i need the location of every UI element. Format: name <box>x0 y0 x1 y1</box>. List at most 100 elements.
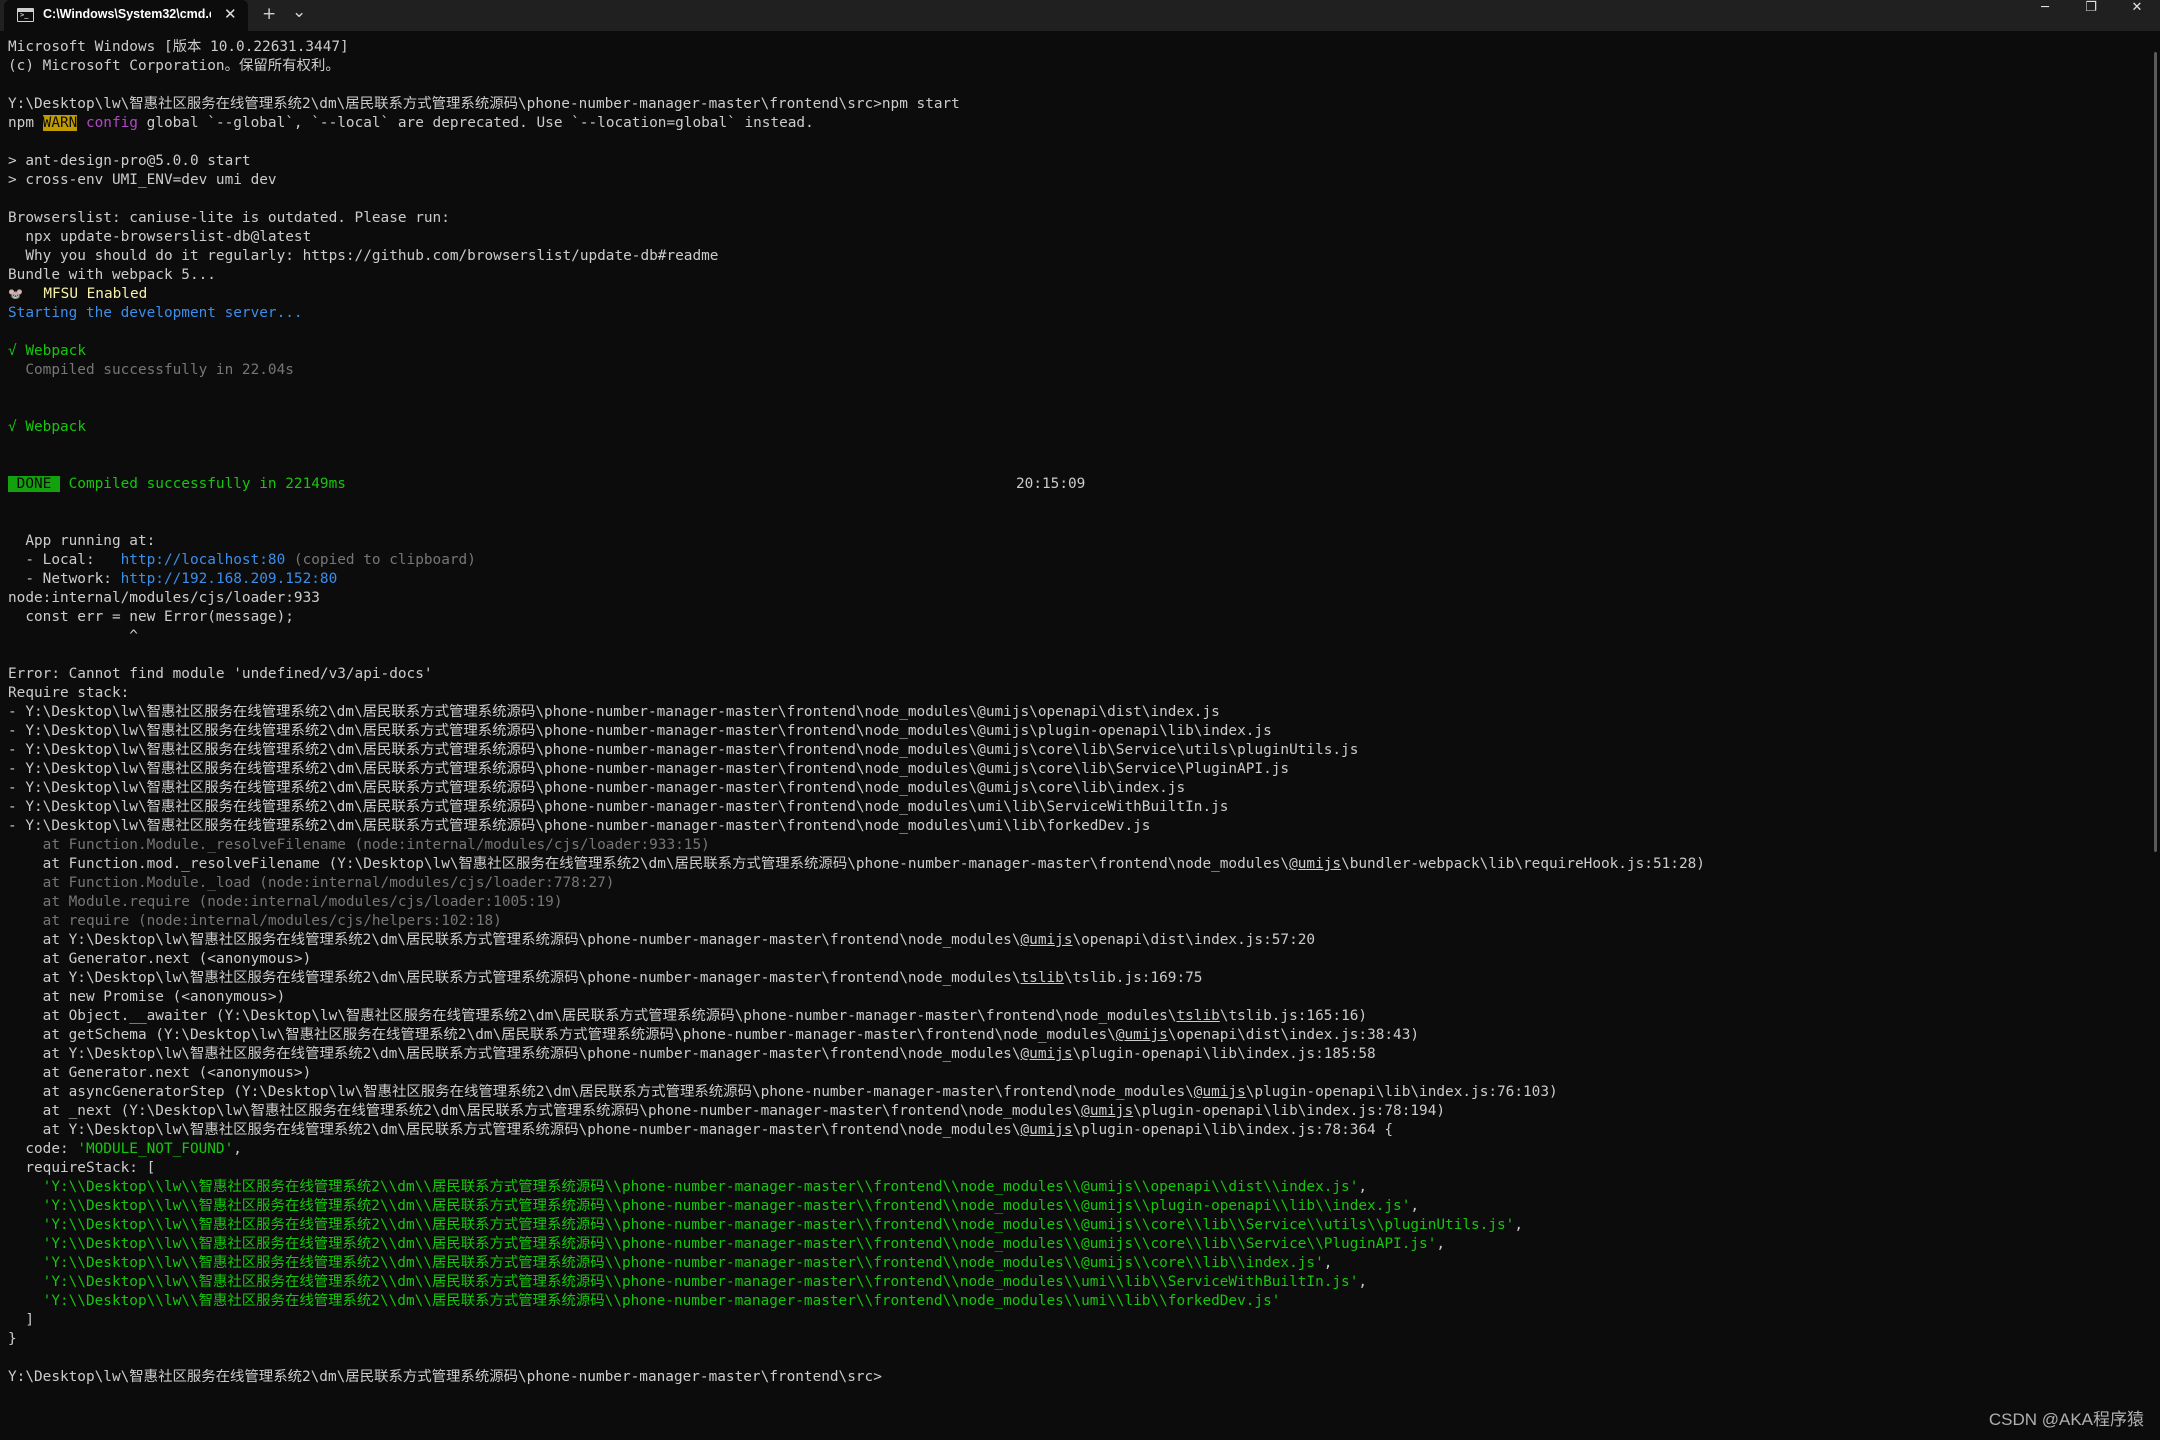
output-line: Microsoft Windows [版本 10.0.22631.3447] <box>8 39 349 55</box>
trace-line: at Function.Module._resolveFilename (nod… <box>8 837 710 853</box>
trace-line: at new Promise (<anonymous>) <box>8 989 286 1005</box>
timestamp: 20:15:09 <box>1016 476 1086 492</box>
watermark: CSDN @AKA程序猿 <box>1988 1410 2144 1429</box>
output-line: Compiled successfully in 22.04s <box>8 362 294 378</box>
comma: , <box>1358 1179 1368 1195</box>
trace-path: at Y:\Desktop\lw\智惠社区服务在线管理系统2\dm\居民联系方式… <box>8 970 1021 986</box>
warn-badge: WARN <box>42 115 78 131</box>
stack-line: - Y:\Desktop\lw\智惠社区服务在线管理系统2\dm\居民联系方式管… <box>8 761 1290 777</box>
stack-line: - Y:\Desktop\lw\智惠社区服务在线管理系统2\dm\居民联系方式管… <box>8 723 1272 739</box>
stack-string: 'Y:\\Desktop\\lw\\智惠社区服务在线管理系统2\\dm\\居民联… <box>8 1274 1359 1290</box>
scrollbar[interactable] <box>2154 52 2157 852</box>
module-link: @umijs <box>1115 1027 1168 1043</box>
maximize-button[interactable]: ❐ <box>2068 0 2114 31</box>
done-message: Compiled successfully in 22149ms <box>59 476 346 492</box>
tab-cmd[interactable]: C:\Windows\System32\cmd.e ✕ <box>4 0 248 31</box>
local-url-link[interactable]: http://localhost:80 <box>121 552 286 568</box>
code-value: 'MODULE_NOT_FOUND' <box>77 1141 234 1157</box>
trace-path: \plugin-openapi\lib\index.js:76:103) <box>1245 1084 1558 1100</box>
module-link: @umijs <box>1081 1103 1134 1119</box>
trace-path: at Y:\Desktop\lw\智惠社区服务在线管理系统2\dm\居民联系方式… <box>8 1046 1021 1062</box>
error-line: Error: Cannot find module 'undefined/v3/… <box>8 666 433 682</box>
trace-path: at Object.__awaiter (Y:\Desktop\lw\智惠社区服… <box>8 1008 1177 1024</box>
check-icon: √ <box>8 343 17 359</box>
output-line: requireStack: [ <box>8 1160 156 1176</box>
done-badge: DONE <box>8 476 60 492</box>
trace-path: \plugin-openapi\lib\index.js:78:194) <box>1133 1103 1446 1119</box>
module-link: tslib <box>1020 970 1064 986</box>
comma: , <box>233 1141 242 1157</box>
mouse-icon: 🐭 <box>8 287 23 301</box>
stack-line: - Y:\Desktop\lw\智惠社区服务在线管理系统2\dm\居民联系方式管… <box>8 818 1151 834</box>
trace-line: at Y:\Desktop\lw\智惠社区服务在线管理系统2\dm\居民联系方式… <box>8 1045 1376 1064</box>
output-line: ^ <box>8 628 138 644</box>
require-stack-item: 'Y:\\Desktop\\lw\\智惠社区服务在线管理系统2\\dm\\居民联… <box>8 1197 1419 1216</box>
mfsu-label: MFSU Enabled <box>43 286 148 302</box>
trace-path: at asyncGeneratorStep (Y:\Desktop\lw\智惠社… <box>8 1084 1194 1100</box>
stack-line: - Y:\Desktop\lw\智惠社区服务在线管理系统2\dm\居民联系方式管… <box>8 780 1186 796</box>
comma: , <box>1323 1255 1333 1271</box>
output-line: > ant-design-pro@5.0.0 start <box>8 153 251 169</box>
stack-line: - Y:\Desktop\lw\智惠社区服务在线管理系统2\dm\居民联系方式管… <box>8 799 1229 815</box>
trace-line: at Object.__awaiter (Y:\Desktop\lw\智惠社区服… <box>8 1007 1367 1026</box>
output-line: √ Webpack <box>8 418 86 437</box>
output-line: (c) Microsoft Corporation。保留所有权利。 <box>8 58 340 74</box>
terminal-window: C:\Windows\System32\cmd.e ✕ + ⌄ ─ ❐ ✕ Mi… <box>0 0 2160 1440</box>
output-line: Why you should do it regularly: https://… <box>8 248 719 264</box>
trace-path: \bundler-webpack\lib\requireHook.js:51:2… <box>1341 856 1705 872</box>
require-stack-item: 'Y:\\Desktop\\lw\\智惠社区服务在线管理系统2\\dm\\居民联… <box>8 1273 1367 1292</box>
tab-close-icon[interactable]: ✕ <box>224 5 237 23</box>
chevron-down-icon[interactable]: ⌄ <box>292 2 306 22</box>
output-line: > cross-env UMI_ENV=dev umi dev <box>8 172 277 188</box>
tab-title: C:\Windows\System32\cmd.e <box>43 7 211 21</box>
code-key: code: <box>8 1141 78 1157</box>
config-label: config <box>77 115 138 131</box>
trace-line: at Y:\Desktop\lw\智惠社区服务在线管理系统2\dm\居民联系方式… <box>8 969 1203 988</box>
terminal-icon <box>17 8 34 22</box>
output-line: npm WARN config global `--global`, `--lo… <box>8 114 814 133</box>
stack-line: - Y:\Desktop\lw\智惠社区服务在线管理系统2\dm\居民联系方式管… <box>8 704 1220 720</box>
output-line: - Network: http://192.168.209.152:80 <box>8 570 337 589</box>
stack-line: - Y:\Desktop\lw\智惠社区服务在线管理系统2\dm\居民联系方式管… <box>8 742 1359 758</box>
output-line: const err = new Error(message); <box>8 609 294 625</box>
trace-line: at Generator.next (<anonymous>) <box>8 1065 312 1081</box>
check-icon: √ <box>8 419 17 435</box>
output-line: Require stack: <box>8 685 130 701</box>
trace-line: at Y:\Desktop\lw\智惠社区服务在线管理系统2\dm\居民联系方式… <box>8 1121 1393 1140</box>
stack-string: 'Y:\\Desktop\\lw\\智惠社区服务在线管理系统2\\dm\\居民联… <box>8 1198 1411 1214</box>
trace-line: at asyncGeneratorStep (Y:\Desktop\lw\智惠社… <box>8 1083 1558 1102</box>
stack-string: 'Y:\\Desktop\\lw\\智惠社区服务在线管理系统2\\dm\\居民联… <box>8 1293 1281 1309</box>
network-url-link[interactable]: http://192.168.209.152:80 <box>121 571 338 587</box>
require-stack-item: 'Y:\\Desktop\\lw\\智惠社区服务在线管理系统2\\dm\\居民联… <box>8 1254 1333 1273</box>
output-line: - Local: http://localhost:80 (copied to … <box>8 551 476 570</box>
comma: , <box>1514 1217 1524 1233</box>
prompt-line[interactable]: Y:\Desktop\lw\智惠社区服务在线管理系统2\dm\居民联系方式管理系… <box>8 1368 882 1387</box>
output-line: } <box>8 1331 17 1347</box>
terminal-output[interactable]: Microsoft Windows [版本 10.0.22631.3447] (… <box>8 38 2138 1438</box>
local-label: - Local: <box>8 552 121 568</box>
module-link: @umijs <box>1020 1046 1073 1062</box>
clipboard-note: (copied to clipboard) <box>285 552 476 568</box>
comma: , <box>1436 1236 1446 1252</box>
trace-path: \openapi\dist\index.js:38:43) <box>1167 1027 1420 1043</box>
new-tab-icon[interactable]: + <box>262 4 276 24</box>
output-line: Browserslist: caniuse-lite is outdated. … <box>8 210 450 226</box>
output-line: code: 'MODULE_NOT_FOUND', <box>8 1140 242 1159</box>
output-line: App running at: <box>8 533 156 549</box>
comma: , <box>1358 1274 1368 1290</box>
minimize-button[interactable]: ─ <box>2022 0 2068 31</box>
trace-line: at Function.mod._resolveFilename (Y:\Des… <box>8 855 1705 874</box>
title-bar: C:\Windows\System32\cmd.e ✕ + ⌄ ─ ❐ ✕ <box>0 0 2160 31</box>
stack-string: 'Y:\\Desktop\\lw\\智惠社区服务在线管理系统2\\dm\\居民联… <box>8 1217 1515 1233</box>
trace-path: at getSchema (Y:\Desktop\lw\智惠社区服务在线管理系统… <box>8 1027 1116 1043</box>
webpack-label: Webpack <box>16 343 86 359</box>
trace-line: at getSchema (Y:\Desktop\lw\智惠社区服务在线管理系统… <box>8 1026 1419 1045</box>
output-line: Bundle with webpack 5... <box>8 267 216 283</box>
module-link: @umijs <box>1289 856 1342 872</box>
stack-string: 'Y:\\Desktop\\lw\\智惠社区服务在线管理系统2\\dm\\居民联… <box>8 1255 1324 1271</box>
module-link: tslib <box>1176 1008 1220 1024</box>
trace-path: at Y:\Desktop\lw\智惠社区服务在线管理系统2\dm\居民联系方式… <box>8 932 1021 948</box>
require-stack-item: 'Y:\\Desktop\\lw\\智惠社区服务在线管理系统2\\dm\\居民联… <box>8 1178 1367 1197</box>
trace-path: \tslib.js:169:75 <box>1063 970 1203 986</box>
close-button[interactable]: ✕ <box>2114 0 2160 31</box>
